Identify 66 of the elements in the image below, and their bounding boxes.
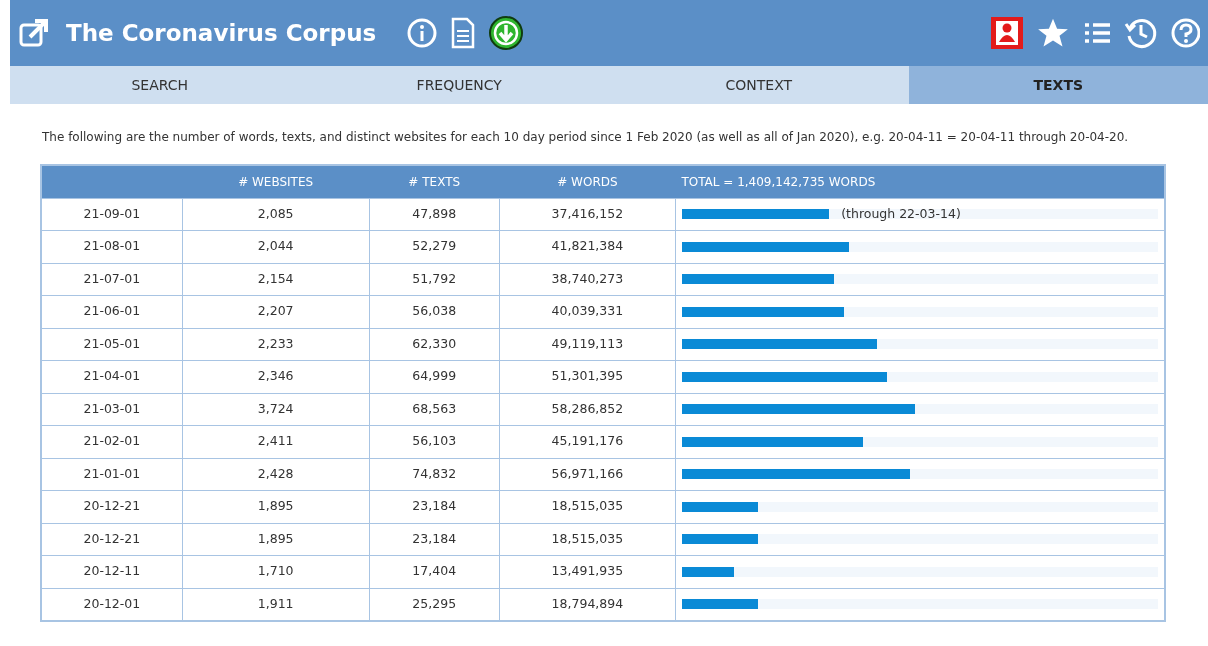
table-cell: 58,286,852 xyxy=(499,393,676,426)
history-icon[interactable] xyxy=(1124,16,1158,50)
table-cell: 21-06-01 xyxy=(41,295,183,328)
document-icon[interactable] xyxy=(450,17,477,49)
table-cell: 62,330 xyxy=(369,328,500,361)
table-cell: 2,411 xyxy=(182,425,370,458)
app-title: The Coronavirus Corpus xyxy=(66,18,377,48)
table-cell: 2,085 xyxy=(182,198,370,231)
table-cell: 21-03-01 xyxy=(41,393,183,426)
table-cell: 20-12-21 xyxy=(41,490,183,523)
table-cell: 1,895 xyxy=(182,523,370,556)
help-icon[interactable] xyxy=(1170,17,1200,49)
table-cell: 51,301,395 xyxy=(499,360,676,393)
table-cell: 51,792 xyxy=(369,263,500,296)
column-header: # WEBSITES xyxy=(182,165,370,198)
table-cell: 1,895 xyxy=(182,490,370,523)
bar-note: (through 22-03-14) xyxy=(841,204,961,223)
table-cell: 21-09-01 xyxy=(41,198,183,231)
table-cell: 3,724 xyxy=(182,393,370,426)
tab[interactable]: SEARCH xyxy=(10,66,310,104)
table-cell: 23,184 xyxy=(369,490,500,523)
user-icon[interactable] xyxy=(990,16,1024,50)
intro-paragraph: The following are the number of words, texts, and distinct websites for each 10 day period since 1 Feb 2020 (as well as all of Jan 2020), e.g. 20-04-11 = 20-04-11 through 20-04-20. xyxy=(42,129,1130,146)
table-cell: 17,404 xyxy=(369,555,500,588)
table-cell: 45,191,176 xyxy=(499,425,676,458)
table-cell: 74,832 xyxy=(369,458,500,491)
table-cell: 52,279 xyxy=(369,230,500,263)
table-cell: 21-08-01 xyxy=(41,230,183,263)
table-cell: 2,346 xyxy=(182,360,370,393)
table-cell: 21-02-01 xyxy=(41,425,183,458)
table-cell: 47,898 xyxy=(369,198,500,231)
table-cell: 41,821,384 xyxy=(499,230,676,263)
tab[interactable]: TEXTS xyxy=(908,66,1208,104)
table-cell: 21-01-01 xyxy=(41,458,183,491)
table-cell: 20-12-11 xyxy=(41,555,183,588)
table-cell: 49,119,113 xyxy=(499,328,676,361)
table-cell: 2,233 xyxy=(182,328,370,361)
table-cell: 40,039,331 xyxy=(499,295,676,328)
table-cell: 20-12-21 xyxy=(41,523,183,556)
table-cell: 56,038 xyxy=(369,295,500,328)
table-cell: 68,563 xyxy=(369,393,500,426)
table-cell: 18,515,035 xyxy=(499,490,676,523)
info-icon[interactable] xyxy=(406,17,439,49)
table-cell: 56,103 xyxy=(369,425,500,458)
table-cell: 18,515,035 xyxy=(499,523,676,556)
table-cell: 21-04-01 xyxy=(41,360,183,393)
table-cell: 2,154 xyxy=(182,263,370,296)
table-cell: 56,971,166 xyxy=(499,458,676,491)
table-cell: 2,044 xyxy=(182,230,370,263)
table-cell: 21-05-01 xyxy=(41,328,183,361)
table-cell: 1,710 xyxy=(182,555,370,588)
external-link-icon[interactable] xyxy=(18,17,50,49)
table-cell: 2,428 xyxy=(182,458,370,491)
table-cell: 64,999 xyxy=(369,360,500,393)
table-cell: 23,184 xyxy=(369,523,500,556)
tab[interactable]: CONTEXT xyxy=(609,66,909,104)
column-header: TOTAL = 1,409,142,735 WORDS xyxy=(675,165,1165,198)
column-header: # TEXTS xyxy=(369,165,500,198)
table-cell: 2,207 xyxy=(182,295,370,328)
table-cell: 13,491,935 xyxy=(499,555,676,588)
table-cell: 21-07-01 xyxy=(41,263,183,296)
tab[interactable]: FREQUENCY xyxy=(309,66,609,104)
download-icon[interactable] xyxy=(488,15,525,51)
table-cell: 37,416,152 xyxy=(499,198,676,231)
table-cell: 38,740,273 xyxy=(499,263,676,296)
column-header: # WORDS xyxy=(499,165,676,198)
